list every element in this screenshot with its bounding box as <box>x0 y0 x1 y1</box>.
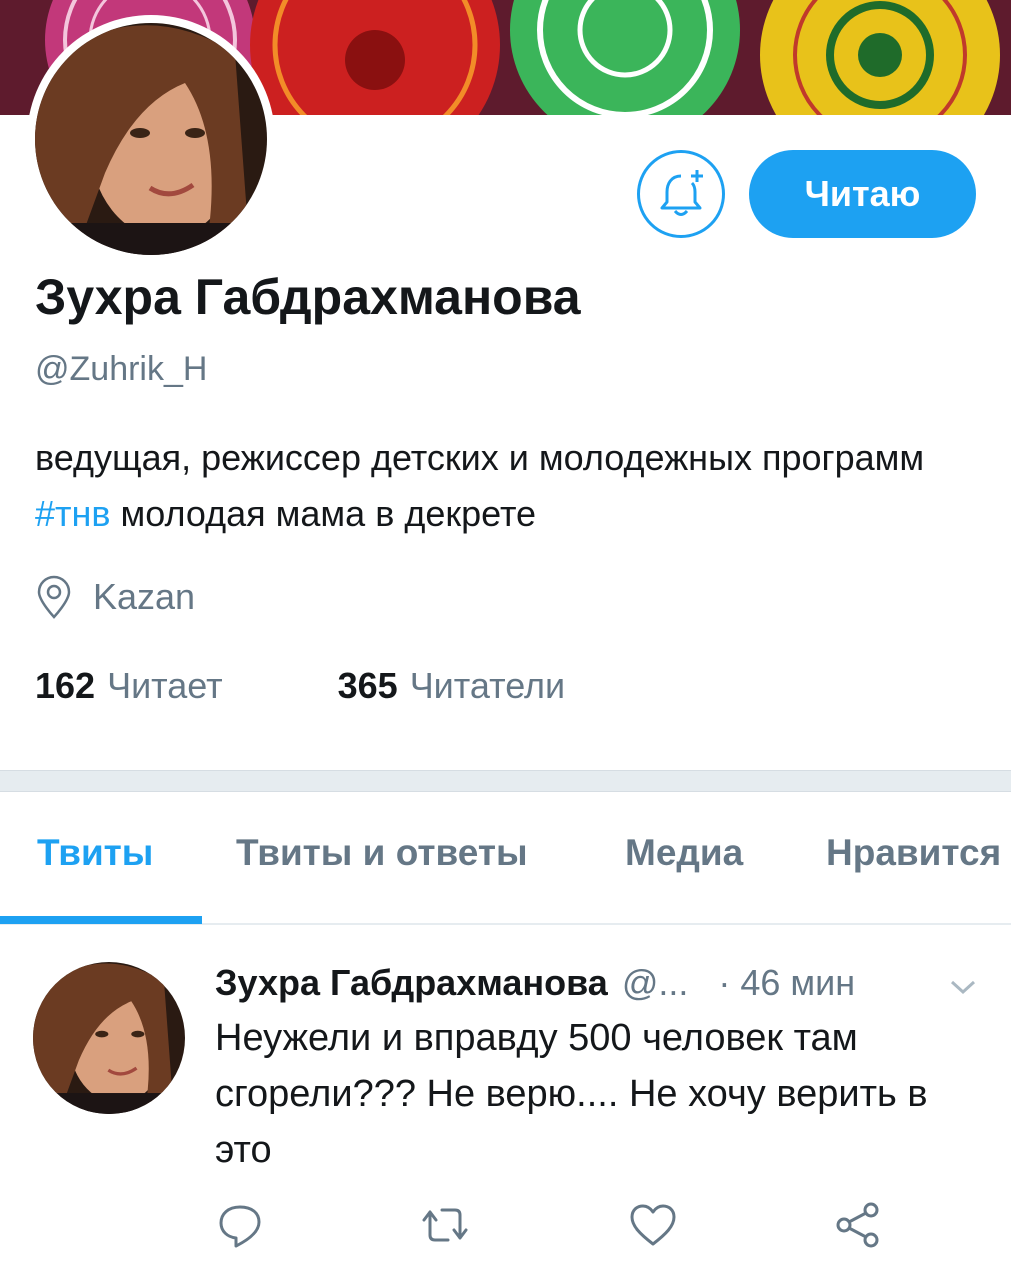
profile-tabs: Твиты Твиты и ответы Медиа Нравится <box>0 792 1011 925</box>
tab-tweets-and-replies[interactable]: Твиты и ответы <box>236 832 528 874</box>
retweet-icon[interactable] <box>420 1200 470 1250</box>
followers-label: Читатели <box>409 665 566 706</box>
tab-tweets[interactable]: Твиты <box>37 832 153 874</box>
tweet-author-handle[interactable]: @... <box>622 962 689 1004</box>
following-button[interactable]: Читаю <box>749 150 976 238</box>
avatar-photo <box>33 962 185 1114</box>
location-pin-icon <box>37 575 71 619</box>
avatar-photo <box>35 23 267 255</box>
bio-text: молодая мама в декрете <box>110 493 537 534</box>
tab-media[interactable]: Медиа <box>625 832 743 874</box>
profile-stats: 162 Читает 365 Читатели <box>35 665 565 707</box>
followers-stat[interactable]: 365 Читатели <box>338 665 566 707</box>
following-count: 162 <box>35 665 96 706</box>
tab-likes[interactable]: Нравится <box>826 832 1001 874</box>
profile-handle: @Zuhrik_H <box>35 350 208 388</box>
heart-icon[interactable] <box>628 1200 678 1250</box>
profile-bio: ведущая, режиссер детских и молодежных п… <box>35 430 935 542</box>
profile-location: Kazan <box>35 575 195 619</box>
notifications-button[interactable] <box>637 150 725 238</box>
profile-avatar[interactable] <box>27 15 275 263</box>
location-text: Kazan <box>93 576 196 617</box>
tweet-text: Неужели и вправду 500 человек там сгорел… <box>215 1017 928 1171</box>
following-stat[interactable]: 162 Читает <box>35 665 223 707</box>
followers-count: 365 <box>337 665 398 706</box>
chevron-down-icon[interactable] <box>946 976 980 998</box>
bell-plus-icon <box>660 170 703 216</box>
bio-hashtag-link[interactable]: #тнв <box>35 493 111 534</box>
section-divider <box>0 770 1011 792</box>
tweet-header: Зухра Габдрахманова @... · 46 мин <box>215 962 855 1004</box>
tweet-actions <box>0 1200 1011 1260</box>
active-tab-indicator <box>0 916 202 924</box>
bio-text: ведущая, режиссер детских и молодежных п… <box>35 437 925 478</box>
following-label: Читает <box>107 665 223 706</box>
profile-name: Зухра Габдрахманова <box>35 269 581 325</box>
share-icon[interactable] <box>833 1200 883 1250</box>
tweet-avatar[interactable] <box>33 962 185 1114</box>
reply-icon[interactable] <box>215 1200 265 1250</box>
tweet-timestamp[interactable]: · 46 мин <box>718 962 855 1004</box>
tweet-author-name[interactable]: Зухра Габдрахманова <box>215 962 608 1004</box>
